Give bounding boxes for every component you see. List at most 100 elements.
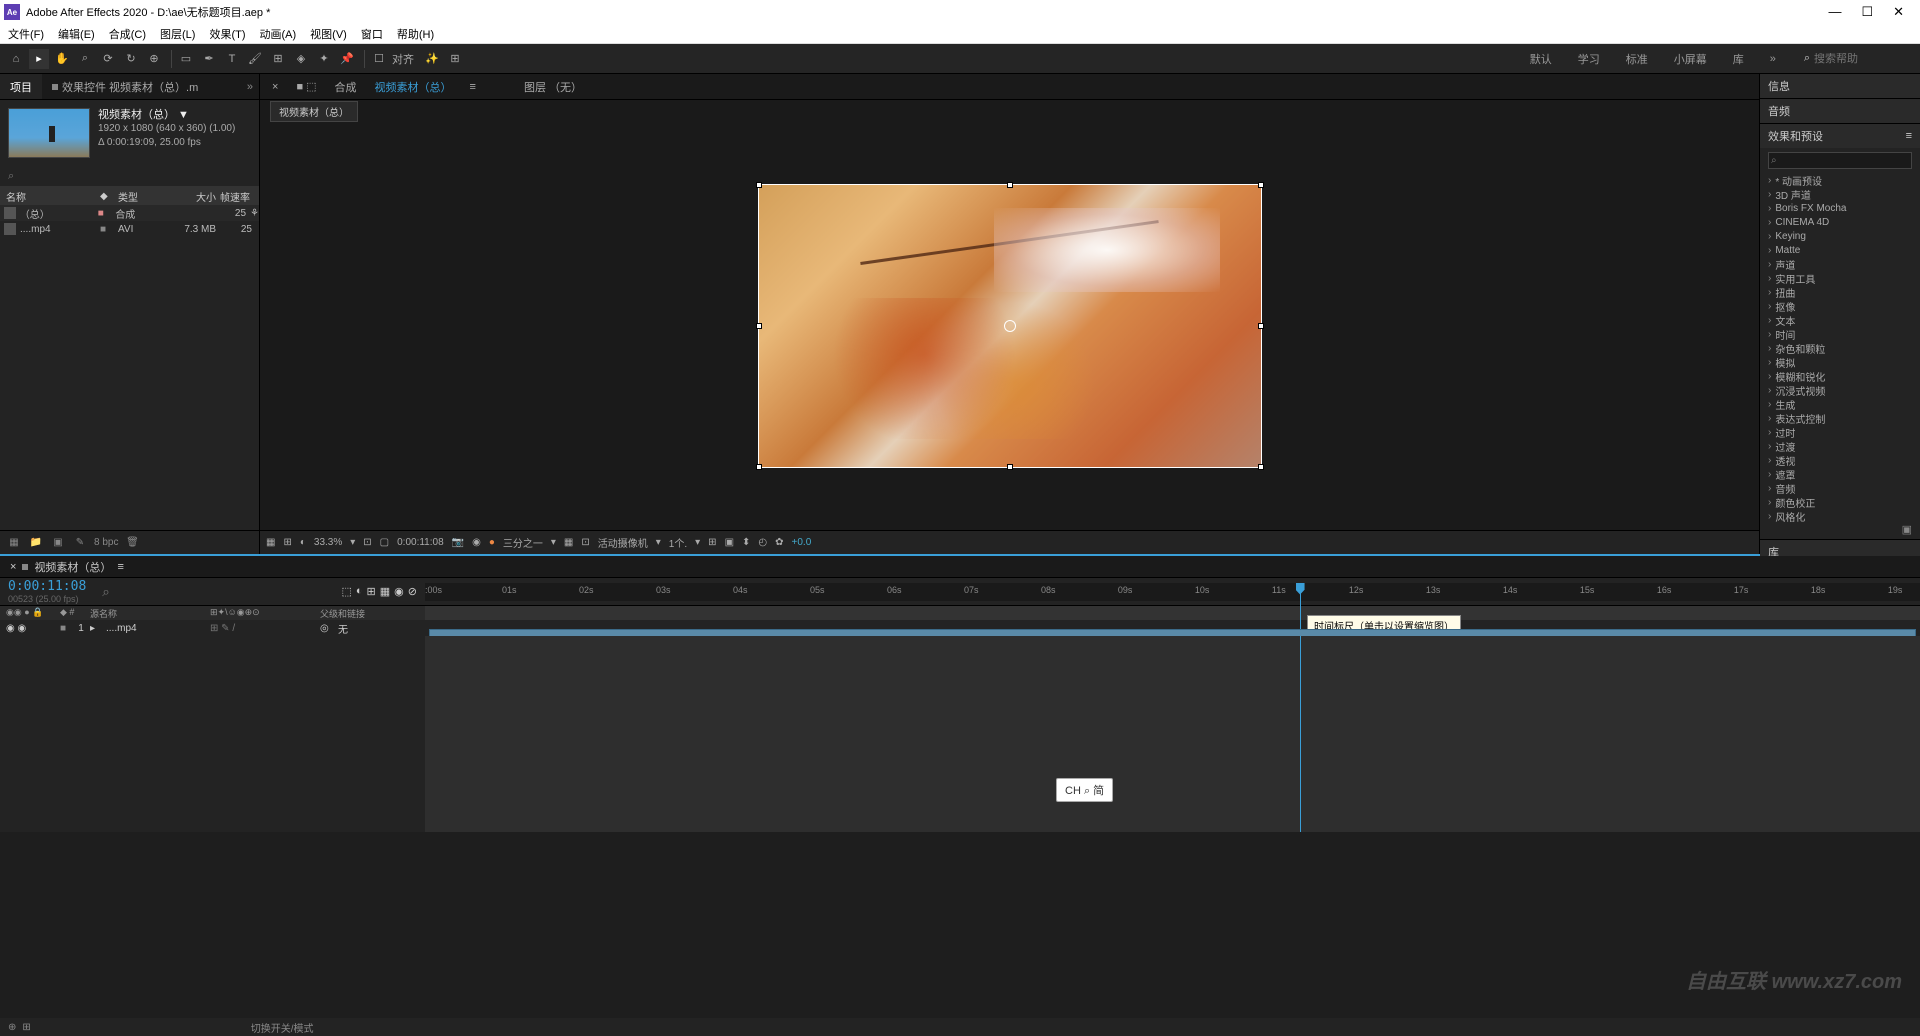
info-panel-title[interactable]: 信息 [1760, 74, 1920, 98]
effects-category[interactable]: 时间 [1760, 327, 1920, 341]
3d-icon[interactable]: ⊡ [581, 537, 589, 548]
new-bin-icon[interactable]: ▣ [1760, 523, 1920, 539]
workspace-small[interactable]: 小屏幕 [1668, 47, 1713, 71]
exposure-value[interactable]: +0.0 [792, 537, 812, 548]
tl-btn-2[interactable]: ◐ [356, 585, 363, 598]
viewer[interactable] [260, 122, 1759, 530]
pixel-icon[interactable]: ⊞ [708, 537, 716, 548]
workspace-standard[interactable]: 标准 [1620, 47, 1654, 71]
project-tab[interactable]: 项目 [0, 74, 42, 99]
menu-window[interactable]: 窗口 [361, 26, 383, 42]
effects-category[interactable]: Matte [1760, 243, 1920, 257]
rotation-tool[interactable]: ↻ [121, 49, 141, 69]
toggle-icon-1[interactable]: ⊕ [8, 1022, 16, 1033]
resolution-icon[interactable]: ⊡ [363, 537, 371, 548]
preview-image[interactable] [758, 184, 1262, 468]
orbit-tool[interactable]: ⟳ [98, 49, 118, 69]
channel-icon[interactable]: ▢ [380, 537, 389, 548]
comp-breadcrumb[interactable]: 视频素材（总） [270, 101, 358, 122]
selection-tool[interactable]: ▸ [29, 49, 49, 69]
brush-tool[interactable]: 🖌 [245, 49, 265, 69]
tl-btn-3[interactable]: ⊞ [367, 585, 376, 598]
minimize-button[interactable]: — [1828, 4, 1841, 20]
workspace-default[interactable]: 默认 [1524, 47, 1558, 71]
effects-category[interactable]: 生成 [1760, 397, 1920, 411]
composition-thumbnail[interactable] [8, 108, 90, 158]
hand-tool[interactable]: ✋ [52, 49, 72, 69]
workspace-library[interactable]: 库 [1727, 47, 1750, 71]
source-name-header[interactable]: 源名称 [90, 607, 210, 620]
trash-button[interactable]: 🗑 [124, 535, 140, 551]
roto-tool[interactable]: ✦ [314, 49, 334, 69]
menu-help[interactable]: 帮助(H) [397, 26, 434, 42]
menu-effect[interactable]: 效果(T) [209, 26, 245, 42]
maximize-button[interactable]: ☐ [1861, 4, 1873, 20]
anchor-tool[interactable]: ⊕ [144, 49, 164, 69]
col-tag[interactable]: ◆ [100, 191, 118, 202]
effects-category[interactable]: 杂色和颗粒 [1760, 341, 1920, 355]
effects-category[interactable]: 3D 声道 [1760, 187, 1920, 201]
audio-panel-title[interactable]: 音频 [1760, 99, 1920, 123]
clone-tool[interactable]: ⊞ [268, 49, 288, 69]
menu-file[interactable]: 文件(F) [8, 26, 44, 42]
effects-category[interactable]: 透视 [1760, 453, 1920, 467]
zoom-tool[interactable]: ⌕ [75, 49, 95, 69]
effects-category[interactable]: 实用工具 [1760, 271, 1920, 285]
panel-overflow[interactable]: » [247, 81, 259, 93]
mask-icon[interactable]: ◐ [300, 537, 306, 548]
menu-layer[interactable]: 图层(L) [160, 26, 195, 42]
effects-category[interactable]: 表达式控制 [1760, 411, 1920, 425]
tl-btn-6[interactable]: ⊘ [408, 585, 417, 598]
effects-category[interactable]: 音频 [1760, 481, 1920, 495]
tl-btn-1[interactable]: ⬚ [341, 585, 351, 598]
effects-category[interactable]: Boris FX Mocha [1760, 201, 1920, 215]
reset-exposure-icon[interactable]: ✿ [775, 537, 783, 548]
lock-icon[interactable]: × [266, 81, 284, 93]
close-button[interactable]: ✕ [1893, 4, 1904, 20]
project-item-comp[interactable]: （总） ■ 合成 25 ⚘ [0, 205, 259, 221]
comp-tab-name[interactable]: 视频素材（总） [369, 79, 458, 95]
transparency-icon[interactable]: ▦ [564, 537, 573, 548]
col-size[interactable]: 大小 [174, 189, 216, 204]
menu-composition[interactable]: 合成(C) [109, 26, 146, 42]
effects-search-input[interactable] [1768, 152, 1912, 169]
effects-category[interactable]: 声道 [1760, 257, 1920, 271]
effects-category[interactable]: 过时 [1760, 425, 1920, 439]
comp-menu[interactable]: ≡ [464, 81, 482, 93]
effects-category[interactable]: 模糊和锐化 [1760, 369, 1920, 383]
grid-icon[interactable]: ⊞ [283, 537, 291, 548]
effect-controls-tab[interactable]: 效果控件 视频素材（总）.m [42, 74, 208, 99]
magic-tool[interactable]: ✨ [422, 49, 442, 69]
time-ruler[interactable]: :00s01s02s03s04s05s06s07s08s09s10s11s12s… [425, 583, 1920, 601]
col-name[interactable]: 名称 [0, 189, 100, 204]
text-tool[interactable]: T [222, 49, 242, 69]
switches-label[interactable]: 切换开关/模式 [251, 1020, 314, 1035]
parent-header[interactable]: 父级和链接 [320, 607, 410, 620]
grid-tool[interactable]: ⊞ [445, 49, 465, 69]
settings-button[interactable]: ✎ [72, 535, 88, 551]
effects-category[interactable]: 抠像 [1760, 299, 1920, 313]
zoom-value[interactable]: 33.3% [314, 537, 342, 548]
timeline-tab-name[interactable]: 视频素材（总） [34, 559, 111, 575]
effects-category[interactable]: * 动画预设 [1760, 173, 1920, 187]
project-search-input[interactable] [8, 170, 251, 182]
effects-category[interactable]: 模拟 [1760, 355, 1920, 369]
anchor-point-icon[interactable] [1004, 320, 1016, 332]
resolution-select[interactable]: 三分之一 [503, 535, 543, 550]
fast-icon[interactable]: ▣ [725, 537, 734, 548]
help-search-input[interactable] [1814, 53, 1914, 65]
home-tool[interactable]: ⌂ [6, 49, 26, 69]
interpret-button[interactable]: ▦ [6, 535, 22, 551]
folder-button[interactable]: 📁 [28, 535, 44, 551]
current-time[interactable]: 0:00:11:08 [8, 579, 86, 594]
color-icon[interactable]: ● [489, 537, 495, 548]
col-type[interactable]: 类型 [118, 189, 174, 204]
menu-animation[interactable]: 动画(A) [260, 26, 297, 42]
pen-tool[interactable]: ✒ [199, 49, 219, 69]
project-item-video[interactable]: ....mp4 ■ AVI 7.3 MB 25 [0, 221, 259, 237]
effects-category[interactable]: 文本 [1760, 313, 1920, 327]
workspace-more[interactable]: » [1764, 49, 1782, 69]
timeline-close-icon[interactable]: × [10, 561, 16, 573]
timeline-icon[interactable]: ⬍ [742, 537, 750, 548]
snap-toggle[interactable]: ☐ [369, 49, 389, 69]
